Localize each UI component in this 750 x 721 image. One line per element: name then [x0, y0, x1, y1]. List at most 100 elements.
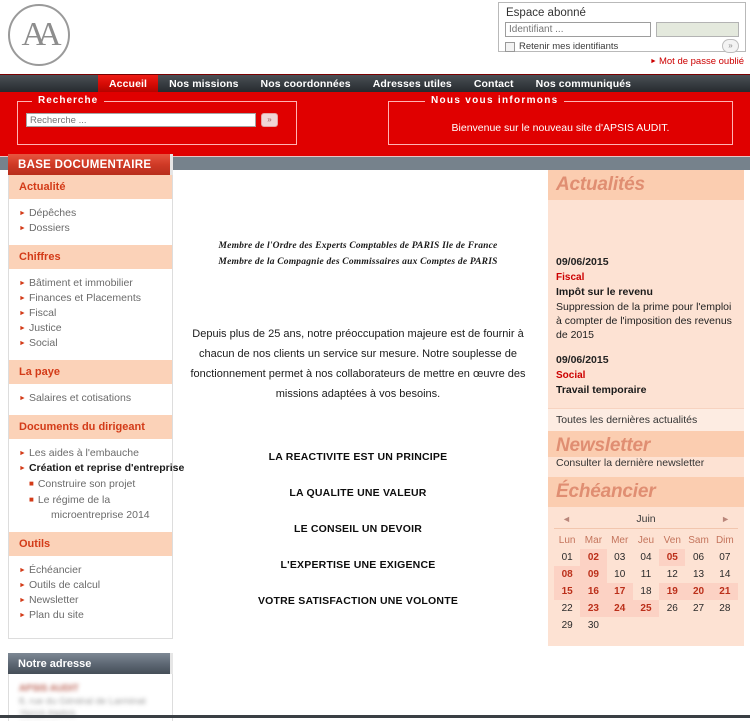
calendar-day[interactable]: 14 [712, 566, 738, 583]
membership-line-2: Membre de la Compagnie des Commissaires … [218, 257, 498, 267]
calendar-next-icon[interactable]: ► [721, 514, 730, 524]
company-pitch: Depuis plus de 25 ans, notre préoccupati… [190, 328, 526, 400]
calendar-day[interactable]: 02 [580, 549, 607, 566]
sidebar-item-aides-embauche[interactable]: ► Les aides à l'embauche [19, 446, 172, 461]
nav-item-accueil[interactable]: Accueil [98, 75, 159, 92]
sidebar-item-creation-entreprise[interactable]: ► Création et reprise d'entreprise [19, 461, 184, 476]
all-news-link[interactable]: Toutes les dernières actualités [548, 408, 744, 431]
sidebar-subitem-regime-micro[interactable]: ■ Le régime de la [29, 492, 172, 508]
news-item[interactable]: 09/06/2015 Social Travail temporaire [556, 352, 736, 408]
calendar-week-row: 08 09 10 11 12 13 14 [554, 566, 738, 583]
sidebar-item-finances[interactable]: ► Finances et Placements [19, 291, 172, 306]
calendar-day[interactable]: 08 [554, 566, 581, 583]
calendar-day[interactable]: 16 [580, 583, 607, 600]
slogan-item: LE CONSEIL UN DEVOIR [293, 523, 423, 535]
search-input[interactable] [26, 113, 256, 127]
newsletter-link[interactable]: Consulter la dernière newsletter [556, 457, 736, 477]
bullet-square-icon: ■ [29, 479, 34, 488]
calendar-day[interactable]: 22 [554, 600, 580, 617]
calendar-day[interactable]: 21 [711, 583, 738, 600]
forgot-password-link[interactable]: ► Mot de passe oublié [650, 56, 744, 67]
sidebar-subitems: ■ Construire son projet ■ Le régime de la … [19, 476, 172, 523]
calendar-day[interactable]: 19 [659, 583, 686, 600]
search-submit-button[interactable]: » [261, 113, 278, 127]
calendar-prev-icon[interactable]: ◄ [562, 514, 571, 524]
calendar-day[interactable]: 13 [685, 566, 711, 583]
calendar-day[interactable]: 15 [554, 583, 581, 600]
bullet-arrow-icon: ► [19, 325, 26, 332]
slogan-item: LA REACTIVITE EST UN PRINCIPE [268, 451, 448, 463]
calendar-day[interactable]: 25 [632, 600, 660, 617]
calendar-day[interactable]: 10 [607, 566, 633, 583]
calendar-day[interactable]: 29 [554, 617, 580, 634]
sidebar-item-batiment[interactable]: ► Bâtiment et immobilier [19, 276, 172, 291]
sidebar-item-justice[interactable]: ► Justice [19, 321, 172, 336]
calendar-day[interactable]: 27 [685, 600, 711, 617]
nav-item-contact[interactable]: Contact [463, 75, 525, 92]
calendar-day[interactable]: 26 [659, 600, 685, 617]
calendar-dayname: Sam [688, 535, 709, 546]
calendar-day[interactable]: 20 [685, 583, 712, 600]
news-date: 09/06/2015 [556, 256, 609, 268]
sidebar-list-outils: ► Échéancier ► Outils de calcul ► Newslette… [9, 556, 172, 632]
calendar-day[interactable]: 04 [633, 549, 659, 566]
calendar-nav: ◄ Juin ► [554, 513, 738, 529]
calendar-day[interactable]: 03 [607, 549, 633, 566]
nav-item-nos-communiques[interactable]: Nos communiqués [525, 75, 642, 92]
calendar-day[interactable]: 06 [685, 549, 711, 566]
remember-checkbox[interactable] [505, 41, 515, 52]
identifier-input[interactable] [505, 22, 651, 37]
bullet-arrow-icon: ► [19, 280, 26, 287]
logo-text: AA [21, 16, 61, 53]
calendar-week-row: 22 23 24 25 26 27 28 [554, 600, 738, 617]
sidebar-list-la-paye: ► Salaires et cotisations [9, 384, 172, 415]
logo[interactable]: AA [8, 4, 86, 68]
sidebar-item-newsletter[interactable]: ► Newsletter [19, 593, 172, 608]
calendar-day[interactable]: 28 [712, 600, 738, 617]
sidebar-subitem-label: Construire son projet [37, 478, 136, 490]
bullet-arrow-icon: ► [19, 582, 26, 589]
calendar-day[interactable]: 11 [633, 566, 659, 583]
bullet-arrow-icon: ► [19, 210, 26, 217]
sidebar-item-depeches[interactable]: ► Dépêches [19, 206, 172, 221]
sidebar-item-dossiers[interactable]: ► Dossiers [19, 221, 172, 236]
news-title: Impôt sur le revenu [556, 286, 653, 298]
sidebar-subitem-regime-micro-line2[interactable]: microentreprise 2014 [29, 508, 172, 523]
login-remember-row: Retenir mes identifiants » [505, 39, 739, 53]
red-banner: Recherche » Nous vous informons Bienvenu… [0, 92, 750, 156]
calendar-day[interactable]: 23 [580, 600, 607, 617]
calendar-panel-title: Échéancier [548, 477, 744, 507]
sidebar-item-label: Échéancier [28, 564, 82, 576]
nav-item-adresses-utiles[interactable]: Adresses utiles [362, 75, 463, 92]
password-input[interactable] [656, 22, 739, 37]
sidebar-item-outils-calcul[interactable]: ► Outils de calcul [19, 578, 172, 593]
news-item[interactable]: 09/06/2015 Fiscal Impôt sur le revenu Su… [556, 254, 736, 352]
bullet-arrow-icon: ► [650, 58, 657, 65]
membership-line-1: Membre de l'Ordre des Experts Comptables… [218, 241, 498, 251]
login-submit-button[interactable]: » [722, 39, 739, 53]
calendar-day[interactable]: 24 [606, 600, 633, 617]
sidebar-item-plan-du-site[interactable]: ► Plan du site [19, 608, 172, 623]
sidebar-subitem-construire-projet[interactable]: ■ Construire son projet [29, 476, 172, 492]
sidebar-item-label: Social [28, 337, 58, 349]
sidebar-item-fiscal[interactable]: ► Fiscal [19, 306, 172, 321]
calendar-day[interactable]: 18 [633, 583, 659, 600]
remember-label: Retenir mes identifiants [519, 41, 619, 52]
sidebar-item-echeancier[interactable]: ► Échéancier [19, 563, 172, 578]
calendar-day[interactable]: 09 [580, 566, 607, 583]
newsletter-panel-body: Consulter la dernière newsletter [548, 457, 744, 477]
calendar-day[interactable]: 07 [712, 549, 738, 566]
calendar-dayname: Ven [663, 535, 681, 546]
calendar-day[interactable]: 17 [606, 583, 633, 600]
info-panel: Nous vous informons Bienvenue sur le nou… [388, 95, 733, 145]
calendar-day[interactable]: 30 [580, 617, 606, 634]
calendar-week-row: 29 30 [554, 617, 738, 634]
sidebar-item-salaires[interactable]: ► Salaires et cotisations [19, 391, 172, 406]
nav-item-nos-coordonnees[interactable]: Nos coordonnées [250, 75, 362, 92]
calendar-day[interactable]: 01 [554, 549, 580, 566]
nav-item-nos-missions[interactable]: Nos missions [158, 75, 249, 92]
sidebar-item-social[interactable]: ► Social [19, 336, 172, 351]
calendar-day[interactable]: 12 [659, 566, 685, 583]
bullet-arrow-icon: ► [19, 597, 26, 604]
calendar-day[interactable]: 05 [659, 549, 686, 566]
